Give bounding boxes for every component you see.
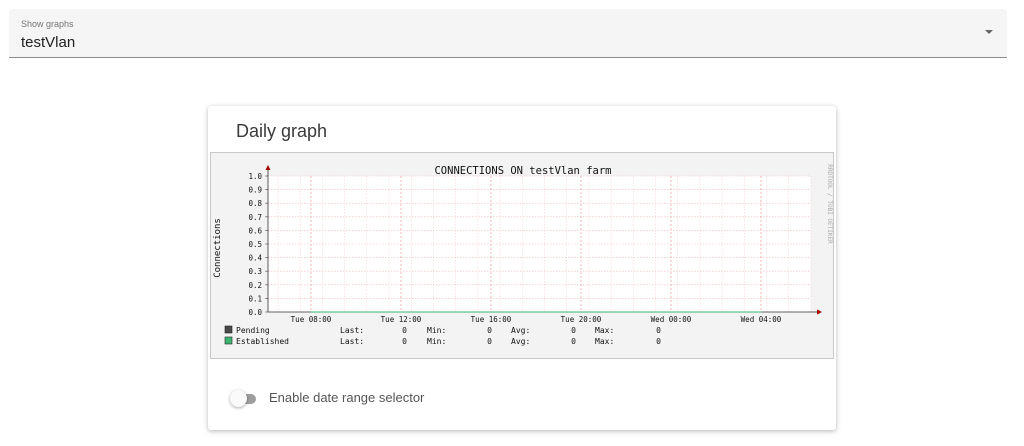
y-tick-label: 0.3 (248, 267, 262, 276)
x-tick-label: Tue 12:00 (381, 315, 422, 324)
legend-stat-label: Last: (340, 326, 364, 335)
toggle-label: Enable date range selector (269, 390, 425, 405)
y-tick-labels: 0.0 0.1 0.2 0.3 0.4 0.5 0.6 0.7 0.8 0.9 1.0 (248, 172, 262, 317)
y-tick-label: 0.6 (248, 226, 262, 235)
legend-stat-value: 0 (487, 326, 492, 335)
legend-name-established: Established (236, 337, 289, 346)
dropdown-arrow-icon[interactable] (985, 30, 993, 34)
x-tick-label: Tue 20:00 (561, 315, 602, 324)
daily-graph-card: Daily graph 0.0 0.1 0.2 0.3 0.4 0.5 0.6 0.7 0.8 0… (208, 106, 836, 430)
graph-image: 0.0 0.1 0.2 0.3 0.4 0.5 0.6 0.7 0.8 0.9 1.0 Tue 08… (210, 152, 834, 359)
legend-stat-label: Avg: (511, 326, 530, 335)
legend-stat-value: 0 (571, 326, 576, 335)
legend-swatch-established (224, 336, 233, 345)
toggle-thumb (230, 390, 247, 407)
chart-watermark: RRDTOOL / TOBI OETIKER (826, 164, 833, 244)
legend-stat-value: 0 (571, 337, 576, 346)
show-graphs-select[interactable]: Show graphs testVlan (9, 9, 1007, 58)
legend-stat-value: 0 (656, 326, 661, 335)
y-tick-label: 0.7 (248, 213, 262, 222)
x-tick-label: Wed 00:00 (651, 315, 692, 324)
chart-ylabel: Connections (213, 218, 223, 278)
y-tick-label: 0.8 (248, 199, 262, 208)
legend-stat-label: Max: (595, 326, 614, 335)
chart-title: CONNECTIONS ON testVlan farm (434, 165, 611, 177)
legend-swatch-pending (224, 325, 233, 334)
y-tick-label: 0.2 (248, 281, 262, 290)
legend-stat-value: 0 (487, 337, 492, 346)
legend-stat-label: Min: (427, 326, 446, 335)
legend-stat-value: 0 (402, 326, 407, 335)
legend-stat-value: 0 (656, 337, 661, 346)
legend-stat-label: Min: (427, 337, 446, 346)
date-range-toggle[interactable] (230, 389, 260, 409)
legend-name-pending: Pending (236, 326, 270, 335)
select-value: testVlan (21, 34, 76, 51)
y-tick-label: 1.0 (248, 172, 262, 181)
x-tick-label: Tue 08:00 (291, 315, 332, 324)
y-tick-label: 0.0 (248, 308, 262, 317)
y-tick-label: 0.9 (248, 186, 262, 195)
legend-stat-label: Last: (340, 337, 364, 346)
legend-stat-value: 0 (402, 337, 407, 346)
select-label: Show graphs (21, 19, 74, 29)
y-tick-label: 0.5 (248, 240, 262, 249)
x-tick-label: Tue 16:00 (471, 315, 512, 324)
x-tick-label: Wed 04:00 (741, 315, 782, 324)
legend-stat-label: Avg: (511, 337, 530, 346)
card-title: Daily graph (236, 121, 328, 141)
legend-stat-label: Max: (595, 337, 614, 346)
y-tick-label: 0.4 (248, 254, 262, 263)
y-tick-label: 0.1 (248, 294, 262, 303)
